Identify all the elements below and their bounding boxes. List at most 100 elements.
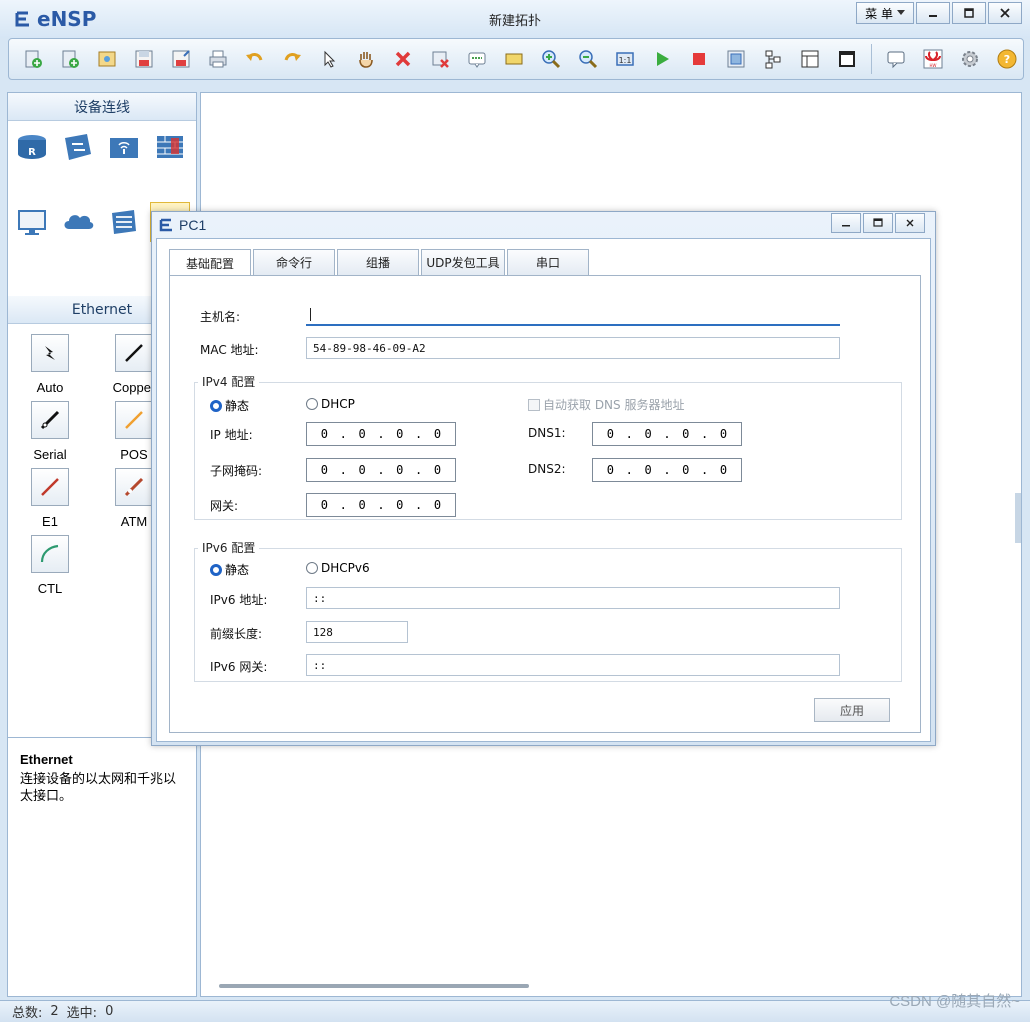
minimize-button[interactable] <box>916 2 950 24</box>
undo-button[interactable] <box>241 45 269 73</box>
ensp-logo-icon <box>159 218 172 232</box>
router-category[interactable]: R <box>12 127 52 167</box>
tab-serial[interactable]: 串口 <box>507 249 589 275</box>
select-button[interactable] <box>315 45 343 73</box>
cable-copper[interactable]: Copper <box>112 334 156 395</box>
menu-label: 菜 单 <box>865 6 893 21</box>
cloud-category[interactable] <box>58 202 98 242</box>
horizontal-scrollbar[interactable] <box>219 984 529 988</box>
description-text: 连接设备的以太网和千兆以太接口。 <box>20 772 177 804</box>
cable-auto[interactable]: Auto <box>28 334 72 395</box>
help-button[interactable]: ? <box>993 45 1021 73</box>
ip-dot: . <box>377 427 385 441</box>
mac-input[interactable]: 54-89-98-46-09-A2 <box>306 337 840 359</box>
terminal-button[interactable] <box>833 45 861 73</box>
add-rect-button[interactable] <box>500 45 528 73</box>
firewall-category[interactable] <box>150 127 190 167</box>
ip-octet: 0 <box>719 463 728 477</box>
ip-dot: . <box>625 427 633 441</box>
right-panel-handle[interactable] <box>1015 493 1021 543</box>
atm-cable-icon <box>124 477 144 497</box>
window-controls: 菜 单 <box>856 2 1022 24</box>
ipv6-dhcp-radio[interactable]: DHCPv6 <box>306 561 370 575</box>
topology-icon <box>765 50 781 69</box>
ipv6-address-input[interactable]: :: <box>306 587 840 609</box>
fit-icon: 1:1 <box>616 52 634 66</box>
ipv6-static-radio[interactable]: 静态 <box>210 561 249 578</box>
prefix-length-input[interactable]: 128 <box>306 621 408 643</box>
fit-button[interactable]: 1:1 <box>611 45 639 73</box>
maximize-button[interactable] <box>952 2 986 24</box>
gateway-input[interactable]: 0. 0. 0. 0 <box>306 493 456 517</box>
radio-unselected-icon <box>306 398 318 410</box>
ip-address-label: IP 地址: <box>210 428 253 442</box>
huawei-button[interactable]: HW <box>919 45 947 73</box>
cable-ctl[interactable]: CTL <box>28 535 72 596</box>
save-button[interactable] <box>130 45 158 73</box>
dialog-maximize-button[interactable] <box>863 213 893 233</box>
pc-category[interactable] <box>12 202 52 242</box>
new-test-button[interactable] <box>56 45 84 73</box>
hostname-input[interactable] <box>306 304 840 326</box>
subnet-mask-input[interactable]: 0. 0. 0. 0 <box>306 458 456 482</box>
hostname-label: 主机名: <box>200 310 241 324</box>
tab-command-line[interactable]: 命令行 <box>253 249 335 275</box>
switch-category[interactable] <box>58 127 98 167</box>
apply-button[interactable]: 应用 <box>814 698 890 722</box>
cable-label: ATM <box>120 514 148 529</box>
ip-octet: 0 <box>682 463 690 477</box>
capture-button[interactable] <box>722 45 750 73</box>
ipv4-dhcp-radio[interactable]: DHCP <box>306 397 355 411</box>
dialog-close-button[interactable] <box>895 213 925 233</box>
dns2-input[interactable]: 0. 0. 0. 0 <box>592 458 742 482</box>
ip-octet: 0 <box>433 427 442 441</box>
ip-address-input[interactable]: 0. 0. 0. 0 <box>306 422 456 446</box>
ipv6-gateway-input[interactable]: :: <box>306 654 840 676</box>
settings-button[interactable] <box>956 45 984 73</box>
start-device-button[interactable] <box>648 45 676 73</box>
zoom-in-button[interactable] <box>537 45 565 73</box>
zoom-out-button[interactable] <box>574 45 602 73</box>
chat-button[interactable] <box>882 45 910 73</box>
tab-basic-config[interactable]: 基础配置 <box>169 249 251 276</box>
print-button[interactable] <box>204 45 232 73</box>
new-topo-icon <box>25 50 42 68</box>
mac-label: MAC 地址: <box>200 343 259 357</box>
maximize-icon <box>873 218 883 227</box>
ip-octet: 0 <box>644 463 652 477</box>
delete-button[interactable] <box>389 45 417 73</box>
delete-all-button[interactable] <box>426 45 454 73</box>
radio-selected-icon <box>210 399 222 412</box>
ipv4-static-radio[interactable]: 静态 <box>210 397 249 414</box>
minimize-icon <box>842 225 850 227</box>
tab-multicast[interactable]: 组播 <box>337 249 419 275</box>
cable-e1[interactable]: E1 <box>28 468 72 529</box>
cable-atm[interactable]: ATM <box>112 468 156 529</box>
open-button[interactable] <box>93 45 121 73</box>
dialog-minimize-button[interactable] <box>831 213 861 233</box>
ip-octet: 0 <box>719 427 728 441</box>
stop-device-button[interactable] <box>685 45 713 73</box>
settings-icon <box>962 51 978 67</box>
new-topology-button[interactable] <box>19 45 47 73</box>
topology-button[interactable] <box>759 45 787 73</box>
main-menu-button[interactable]: 菜 单 <box>856 2 914 24</box>
auto-dns-checkbox[interactable]: 自动获取 DNS 服务器地址 <box>528 396 684 413</box>
tab-udp-tool[interactable]: UDP发包工具 <box>421 249 505 275</box>
dns1-input[interactable]: 0. 0. 0. 0 <box>592 422 742 446</box>
pan-button[interactable] <box>352 45 380 73</box>
wireless-category[interactable] <box>104 127 144 167</box>
save-icon <box>135 50 153 68</box>
add-text-button[interactable] <box>463 45 491 73</box>
close-button[interactable] <box>988 2 1022 24</box>
other-device-category[interactable] <box>104 202 144 242</box>
ip-dot: . <box>663 427 671 441</box>
grid-button[interactable] <box>796 45 824 73</box>
cable-label: E1 <box>42 514 58 529</box>
redo-button[interactable] <box>278 45 306 73</box>
save-as-button[interactable] <box>167 45 195 73</box>
ip-octet: 0 <box>396 498 404 512</box>
ip-dot: . <box>701 463 709 477</box>
cable-pos[interactable]: POS <box>112 401 156 462</box>
cable-serial[interactable]: Serial <box>28 401 72 462</box>
